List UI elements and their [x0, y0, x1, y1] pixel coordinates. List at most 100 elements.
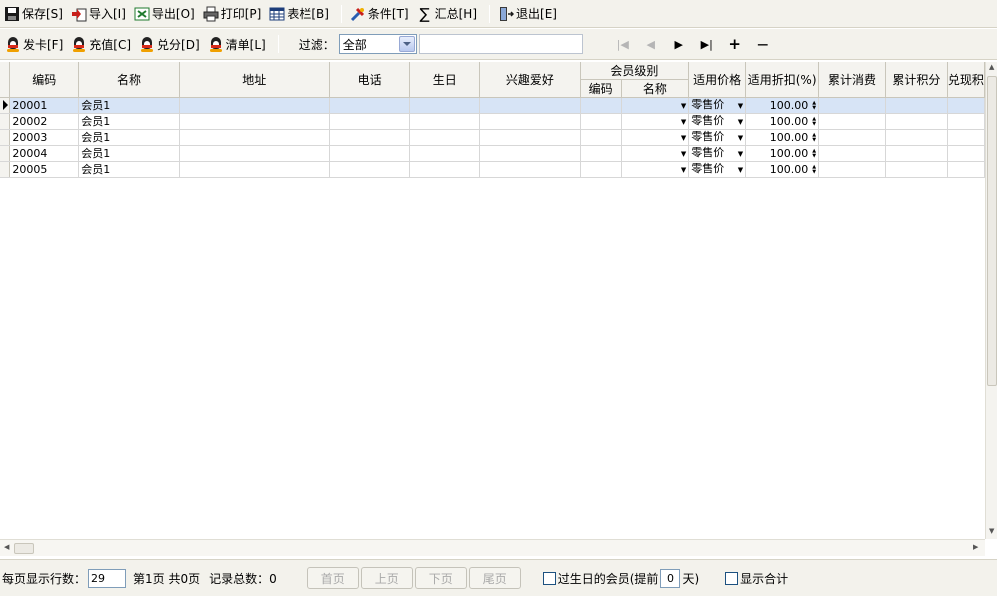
cell-level-code[interactable] — [580, 113, 622, 130]
cell-price[interactable]: 零售价 ▼ — [688, 161, 747, 178]
cell-code[interactable]: 20002 — [9, 113, 80, 130]
cell-total-spent[interactable] — [818, 97, 886, 114]
chevron-down-icon[interactable]: ▼ — [738, 98, 743, 113]
cell-discount[interactable]: 100.00 ▲ ▼ — [745, 161, 820, 178]
chevron-down-icon[interactable]: ▼ — [738, 146, 743, 161]
cell-total-spent[interactable] — [818, 113, 886, 130]
table-row[interactable]: 20001 会员1 ▼ 零售价 ▼ 100.00 ▲ ▼ — [0, 97, 985, 114]
cell-hobby[interactable] — [479, 145, 581, 162]
scroll-down-icon[interactable]: ▼ — [989, 527, 994, 535]
first-page-button[interactable]: 首页 — [306, 567, 359, 589]
cell-total-points[interactable] — [885, 129, 948, 146]
vertical-scroll-thumb[interactable] — [987, 76, 997, 386]
columns-button[interactable]: 表栏[B] — [267, 3, 335, 25]
row-indicator[interactable] — [0, 145, 11, 162]
cell-level-code[interactable] — [580, 129, 622, 146]
row-indicator[interactable] — [0, 161, 11, 178]
scroll-right-icon[interactable]: ▶ — [973, 543, 978, 551]
cell-phone[interactable] — [329, 145, 411, 162]
chevron-down-icon[interactable]: ▼ — [681, 130, 686, 145]
cell-discount[interactable]: 100.00 ▲ ▼ — [745, 145, 820, 162]
cell-total-points[interactable] — [885, 161, 948, 178]
cell-redeemed[interactable] — [947, 113, 985, 130]
cell-phone[interactable] — [329, 161, 411, 178]
cell-discount[interactable]: 100.00 ▲ ▼ — [745, 129, 820, 146]
add-record-button[interactable]: + — [721, 34, 749, 54]
cell-name[interactable]: 会员1 — [78, 113, 180, 130]
next-record-button[interactable]: ▶ — [665, 34, 693, 54]
show-total-checkbox[interactable] — [725, 571, 739, 585]
last-page-button[interactable]: 尾页 — [468, 567, 521, 589]
conditions-button[interactable]: 条件[T] — [348, 3, 415, 25]
col-header-total-points[interactable]: 累计积分 — [885, 62, 948, 98]
summary-button[interactable]: ∑ 汇总[H] — [415, 3, 483, 25]
col-header-birthday[interactable]: 生日 — [409, 62, 481, 98]
import-button[interactable]: 导入[I] — [69, 3, 132, 25]
col-header-phone[interactable]: 电话 — [329, 62, 411, 98]
cell-redeemed[interactable] — [947, 97, 985, 114]
cell-level-name[interactable]: ▼ — [621, 97, 690, 114]
birthday-members-checkbox[interactable] — [542, 571, 556, 585]
spinner-icon[interactable]: ▲ ▼ — [812, 164, 816, 175]
redeem-button[interactable]: 兑分[D] — [137, 33, 206, 55]
cell-price[interactable]: 零售价 ▼ — [688, 129, 747, 146]
filter-text-input[interactable] — [418, 34, 583, 54]
col-header-code[interactable]: 编码 — [9, 62, 80, 98]
exit-button[interactable]: 退出[E] — [496, 3, 563, 25]
chevron-down-icon[interactable]: ▼ — [738, 114, 743, 129]
chevron-down-icon[interactable]: ▼ — [681, 98, 686, 113]
cell-total-spent[interactable] — [818, 145, 886, 162]
cell-name[interactable]: 会员1 — [78, 129, 180, 146]
recharge-button[interactable]: 充值[C] — [69, 33, 137, 55]
vertical-scrollbar[interactable]: ▲ ▼ — [985, 62, 997, 539]
prev-record-button[interactable]: ◀ — [637, 34, 665, 54]
chevron-down-icon[interactable]: ▼ — [738, 162, 743, 177]
cell-hobby[interactable] — [479, 129, 581, 146]
spinner-icon[interactable]: ▲ ▼ — [812, 116, 816, 127]
cell-total-points[interactable] — [885, 113, 948, 130]
col-header-level-code[interactable]: 编码 — [580, 79, 622, 98]
cell-code[interactable]: 20003 — [9, 129, 80, 146]
export-button[interactable]: 导出[O] — [132, 3, 201, 25]
cell-address[interactable] — [179, 161, 330, 178]
cell-price[interactable]: 零售价 ▼ — [688, 97, 747, 114]
cell-level-name[interactable]: ▼ — [621, 129, 690, 146]
table-row[interactable]: 20003 会员1 ▼ 零售价 ▼ 100.00 ▲ ▼ — [0, 129, 985, 146]
col-header-hobby[interactable]: 兴趣爱好 — [479, 62, 581, 98]
filter-select[interactable]: 全部 — [338, 34, 417, 54]
scroll-left-icon[interactable]: ◀ — [4, 543, 9, 551]
col-header-address[interactable]: 地址 — [179, 62, 330, 98]
last-record-button[interactable]: ▶| — [693, 34, 721, 54]
cell-address[interactable] — [179, 113, 330, 130]
list-button[interactable]: 清单[L] — [206, 33, 272, 55]
cell-code[interactable]: 20005 — [9, 161, 80, 178]
delete-record-button[interactable]: — — [749, 34, 777, 54]
birthday-days-input[interactable]: 0 — [660, 568, 681, 588]
chevron-down-icon[interactable]: ▼ — [681, 162, 686, 177]
cell-price[interactable]: 零售价 ▼ — [688, 145, 747, 162]
cell-birthday[interactable] — [409, 129, 481, 146]
cell-name[interactable]: 会员1 — [78, 145, 180, 162]
cell-code[interactable]: 20001 — [9, 97, 80, 114]
cell-hobby[interactable] — [479, 161, 581, 178]
col-header-price[interactable]: 适用价格 — [688, 62, 747, 98]
cell-redeemed[interactable] — [947, 129, 985, 146]
spinner-icon[interactable]: ▲ ▼ — [812, 132, 816, 143]
cell-level-code[interactable] — [580, 145, 622, 162]
cell-discount[interactable]: 100.00 ▲ ▼ — [745, 97, 820, 114]
cell-total-points[interactable] — [885, 145, 948, 162]
table-row[interactable]: 20005 会员1 ▼ 零售价 ▼ 100.00 ▲ ▼ — [0, 161, 985, 178]
col-header-redeemed[interactable]: 兑现积 — [947, 62, 985, 98]
col-header-discount[interactable]: 适用折扣(%) — [745, 62, 820, 98]
first-record-button[interactable]: |◀ — [609, 34, 637, 54]
row-indicator[interactable] — [0, 113, 11, 130]
row-indicator[interactable] — [0, 97, 11, 114]
cell-code[interactable]: 20004 — [9, 145, 80, 162]
issue-card-button[interactable]: 发卡[F] — [3, 33, 69, 55]
member-grid[interactable]: 编码 名称 地址 电话 生日 兴趣爱好 会员级别 适用价格 适用折扣(%) 累计… — [0, 62, 985, 539]
row-indicator[interactable] — [0, 129, 11, 146]
cell-level-name[interactable]: ▼ — [621, 113, 690, 130]
cell-total-spent[interactable] — [818, 161, 886, 178]
cell-name[interactable]: 会员1 — [78, 161, 180, 178]
cell-birthday[interactable] — [409, 113, 481, 130]
